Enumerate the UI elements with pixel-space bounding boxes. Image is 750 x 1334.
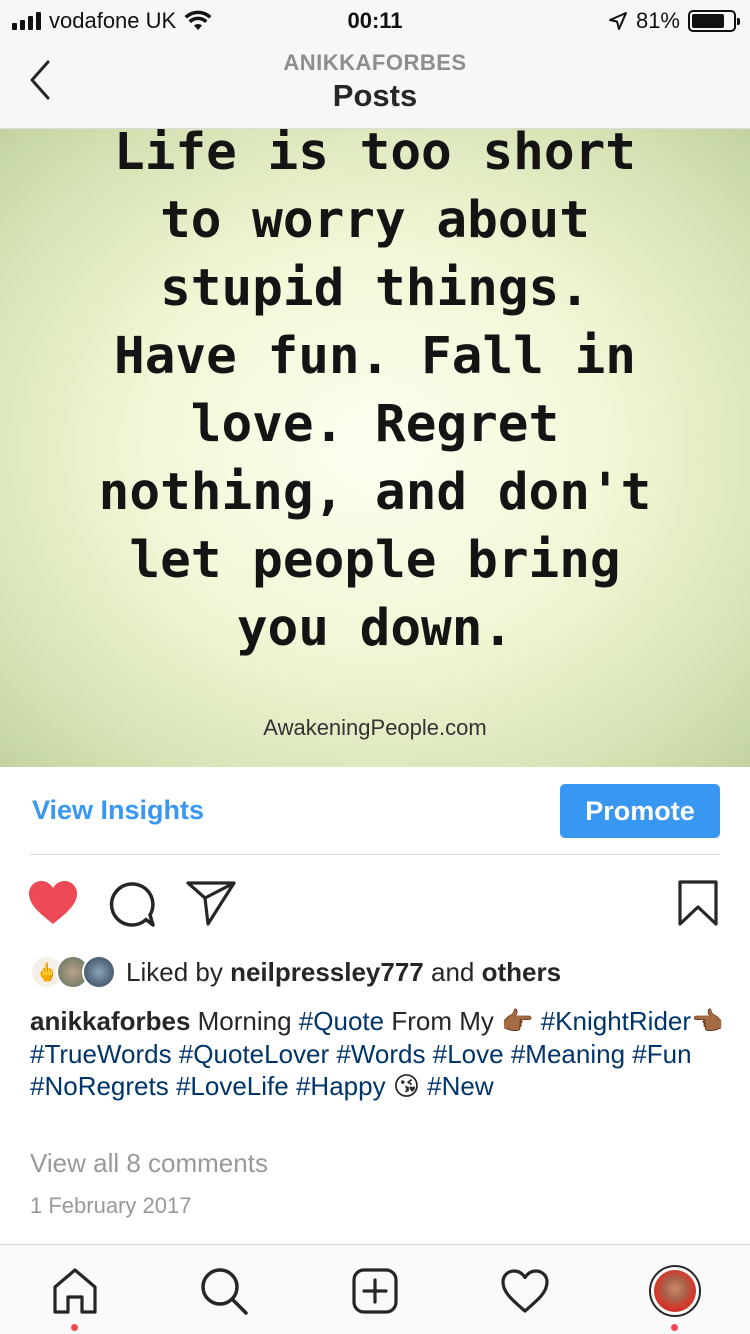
hashtag[interactable]: #New xyxy=(427,1071,493,1101)
view-insights-link[interactable]: View Insights xyxy=(32,795,204,826)
hashtag[interactable]: #Words xyxy=(336,1039,425,1069)
home-icon xyxy=(53,1268,97,1314)
view-comments-link[interactable]: View all 8 comments xyxy=(30,1148,268,1179)
tab-search[interactable] xyxy=(196,1263,252,1319)
quote-line: Have fun. Fall in xyxy=(114,327,636,386)
quote-line: nothing, and don't xyxy=(98,463,652,522)
page-title: Posts xyxy=(332,78,418,113)
hashtag[interactable]: #NoRegrets xyxy=(30,1071,169,1101)
notification-dot xyxy=(671,1324,678,1331)
notification-dot xyxy=(71,1324,78,1331)
post-image[interactable]: Life is too short to worry about stupid … xyxy=(0,129,750,767)
heart-filled-icon xyxy=(29,881,77,924)
hashtag[interactable]: #Meaning xyxy=(511,1039,625,1069)
tab-home[interactable] xyxy=(47,1263,103,1331)
liker-avatars: 🖕 xyxy=(30,955,116,989)
post-date: 1 February 2017 xyxy=(30,1193,192,1218)
paper-plane-icon xyxy=(186,881,236,926)
profile-avatar xyxy=(649,1265,701,1317)
battery-fill xyxy=(692,14,725,28)
battery-percent: 81% xyxy=(635,8,680,33)
likes-text: Liked by neilpressley777 and others xyxy=(126,957,561,988)
post-actions xyxy=(0,870,750,940)
quote-line: you down. xyxy=(236,599,514,658)
post-caption: anikkaforbes Morning #Quote From My 👉🏾 #… xyxy=(30,1005,725,1103)
quote-line: stupid things. xyxy=(160,259,590,318)
hashtag[interactable]: #QuoteLover xyxy=(179,1039,329,1069)
hashtag[interactable]: #Happy xyxy=(296,1071,386,1101)
quote-line: Life is too short xyxy=(114,129,636,182)
image-watermark: AwakeningPeople.com xyxy=(263,715,487,740)
location-arrow-icon xyxy=(608,12,627,30)
hashtag[interactable]: #KnightRider xyxy=(541,1006,691,1036)
likes-prefix: Liked by xyxy=(126,956,231,987)
tab-activity[interactable] xyxy=(497,1263,553,1319)
comment-icon xyxy=(109,882,155,927)
quote-text: Life is too short to worry about stupid … xyxy=(0,129,750,663)
divider xyxy=(30,854,720,855)
insights-row: View Insights Promote xyxy=(0,767,750,855)
battery-icon xyxy=(688,10,740,32)
hashtag[interactable]: #Fun xyxy=(632,1039,691,1069)
status-bar: vodafone UK 00:11 81% xyxy=(0,0,750,40)
search-icon xyxy=(201,1268,248,1315)
like-button[interactable] xyxy=(28,880,78,931)
quote-line: to worry about xyxy=(160,191,590,250)
promote-button[interactable]: Promote xyxy=(560,784,720,838)
quote-line: let people bring xyxy=(129,531,621,590)
bookmark-icon xyxy=(678,880,718,926)
header-username: ANIKKAFORBES xyxy=(283,50,467,75)
share-button[interactable] xyxy=(186,880,236,931)
hashtag[interactable]: #Quote xyxy=(299,1006,384,1036)
hashtag[interactable]: #LoveLife xyxy=(176,1071,289,1101)
add-post-icon xyxy=(352,1268,398,1314)
hashtag[interactable]: #Love xyxy=(433,1039,504,1069)
caption-text: From My xyxy=(384,1006,502,1036)
quote-line: love. Regret xyxy=(190,395,560,454)
kiss-emoji: 😘 xyxy=(392,1072,420,1102)
likes-middle: and xyxy=(423,956,482,987)
save-button[interactable] xyxy=(677,879,719,932)
pointing-right-emoji: 👉🏾 xyxy=(501,1007,534,1037)
liker-username[interactable]: neilpressley777 xyxy=(230,957,424,987)
nav-header: ANIKKAFORBES Posts xyxy=(0,40,750,129)
caption-text: Morning xyxy=(190,1006,299,1036)
avatar xyxy=(82,955,116,989)
hashtag[interactable]: #TrueWords xyxy=(30,1039,172,1069)
likes-others[interactable]: others xyxy=(482,957,561,987)
caption-username[interactable]: anikkaforbes xyxy=(30,1006,190,1036)
comment-button[interactable] xyxy=(108,881,156,934)
pointing-left-emoji: 👈🏾 xyxy=(691,1007,724,1037)
status-right: 81% xyxy=(608,8,740,34)
activity-heart-icon xyxy=(501,1269,549,1313)
bottom-tab-bar xyxy=(0,1244,750,1334)
tab-profile[interactable] xyxy=(647,1263,703,1331)
tab-new-post[interactable] xyxy=(347,1263,403,1319)
likes-row[interactable]: 🖕 Liked by neilpressley777 and others xyxy=(30,952,730,992)
